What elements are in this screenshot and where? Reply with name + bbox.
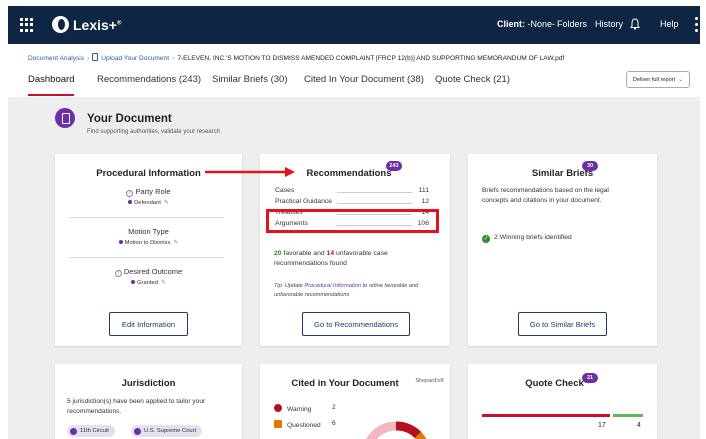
- motion-type-label: Motion Type: [128, 227, 169, 236]
- similar-briefs-count-badge: 30: [582, 161, 598, 171]
- similar-briefs-card: Similar Briefs 30 Briefs recommendations…: [468, 154, 657, 346]
- go-to-recommendations-button[interactable]: Go to Recommendations: [302, 312, 410, 336]
- document-icon: [55, 108, 75, 128]
- page-title: Your Document: [87, 113, 172, 125]
- jurisdiction-card: Jurisdiction 5 jurisdiction(s) have been…: [55, 364, 242, 439]
- lexis-logo-icon[interactable]: [52, 16, 69, 33]
- card-title: Similar Briefs: [531, 168, 594, 179]
- quote-check-card: Quote Check 21 17 4: [468, 364, 657, 439]
- shepards-label: Shepard's®: [415, 378, 444, 384]
- check-circle-icon: ✓: [482, 235, 490, 243]
- tab-quote-check[interactable]: Quote Check (21): [435, 74, 510, 85]
- party-role-value: Defendant ✎: [55, 199, 242, 206]
- citation-questioned-row[interactable]: Questioned 6: [274, 420, 336, 429]
- brand-logo[interactable]: Lexis+®: [73, 17, 121, 33]
- desired-outcome-value: Granted ✎: [55, 279, 242, 286]
- pencil-icon[interactable]: ✎: [173, 240, 178, 246]
- deliver-full-report-button[interactable]: Deliver full report ⌄: [626, 71, 690, 88]
- top-navigation-bar: Lexis+® Client: -None- Folders History H…: [8, 6, 700, 44]
- nav-folders[interactable]: Folders: [557, 19, 587, 29]
- breadcrumb-upload-document[interactable]: Upload Your Document: [101, 55, 169, 62]
- winning-briefs-status: ✓ 2 Winning briefs identified: [482, 234, 572, 243]
- quote-check-count-badge: 21: [582, 373, 598, 383]
- jurisdiction-description: 5 jurisdiction(s) have been applied to t…: [67, 398, 206, 415]
- procedural-information-card: Procedural Information i Party Role Defen…: [55, 154, 242, 346]
- active-tab-indicator: [28, 94, 74, 96]
- go-to-similar-briefs-button[interactable]: Go to Similar Briefs: [518, 312, 607, 336]
- breadcrumb: Document Analysis › Upload Your Document › 7…: [28, 53, 565, 62]
- edit-information-button[interactable]: Edit Information: [109, 312, 188, 336]
- jurisdiction-chip[interactable]: 11th Circuit: [67, 425, 115, 437]
- document-icon: [92, 53, 99, 61]
- warning-icon: [274, 404, 282, 412]
- grid-icon[interactable]: [20, 18, 34, 32]
- info-icon[interactable]: i: [126, 190, 134, 197]
- party-role-label: i Party Role: [55, 187, 242, 197]
- annotation-arrow: [205, 167, 295, 177]
- recommendations-card: Recommendations 243 Cases 111 Practical G…: [260, 154, 450, 346]
- info-icon[interactable]: i: [114, 270, 122, 277]
- nav-history[interactable]: History: [595, 19, 623, 29]
- quote-check-red-bar: [482, 414, 610, 417]
- check-icon: [134, 427, 141, 435]
- breadcrumb-current-file: 7-ELEVEN, INC.'S MOTION TO DISMISS AMEND…: [177, 55, 565, 62]
- client-selector[interactable]: Client: -None-: [497, 19, 555, 29]
- tab-cited-in-your-document[interactable]: Cited In Your Document (38): [304, 74, 424, 85]
- desired-outcome-label: i Desired Outcome: [55, 267, 242, 277]
- page-subtitle: Find supporting authorities, validate yo…: [87, 129, 221, 135]
- check-icon: [70, 427, 77, 435]
- motion-type-value: Motion to Dismiss ✎: [55, 239, 242, 246]
- divider: [69, 257, 224, 258]
- divider: [69, 217, 224, 218]
- quote-check-red-count: 17: [598, 422, 606, 429]
- recommendations-count-badge: 243: [386, 161, 402, 171]
- card-title: Quote Check: [525, 378, 584, 389]
- rec-row-cases[interactable]: Cases 111: [275, 187, 429, 195]
- tab-dashboard[interactable]: Dashboard: [28, 74, 74, 85]
- jurisdiction-chip[interactable]: U.S. Supreme Court: [131, 425, 203, 437]
- quote-check-green-bar: [613, 414, 643, 417]
- annotation-highlight-box: [266, 209, 439, 233]
- similar-briefs-description: Briefs recommendations based on the lega…: [482, 187, 609, 204]
- tab-recommendations[interactable]: Recommendations (243): [97, 74, 201, 85]
- citation-warning-row[interactable]: Warning 2: [274, 404, 336, 413]
- card-title: Jurisdiction: [121, 378, 176, 389]
- favorable-summary: 20 favorable and 14 unfavorable case rec…: [274, 250, 388, 267]
- tab-similar-briefs[interactable]: Similar Briefs (30): [212, 74, 288, 85]
- pencil-icon[interactable]: ✎: [164, 200, 169, 206]
- rec-row-practical-guidance[interactable]: Practical Guidance 12: [275, 198, 429, 206]
- quote-check-green-count: 4: [637, 422, 641, 429]
- card-title: Cited in Your Document: [291, 378, 399, 389]
- nav-help[interactable]: Help: [660, 19, 679, 29]
- bell-icon[interactable]: [630, 18, 640, 30]
- kebab-menu-icon[interactable]: [695, 17, 698, 32]
- chevron-down-icon: ⌄: [678, 77, 684, 83]
- pencil-icon[interactable]: ✎: [161, 280, 166, 286]
- procedural-information-link[interactable]: Procedural Information: [304, 283, 361, 289]
- citation-donut-chart: [366, 421, 427, 439]
- cited-in-your-document-card: Cited in Your Document Shepard's® Warnin…: [260, 364, 450, 439]
- questioned-icon: [274, 420, 282, 428]
- breadcrumb-document-analysis[interactable]: Document Analysis: [28, 55, 84, 62]
- tip-text: Tip: Update Procedural Information to re…: [274, 283, 419, 298]
